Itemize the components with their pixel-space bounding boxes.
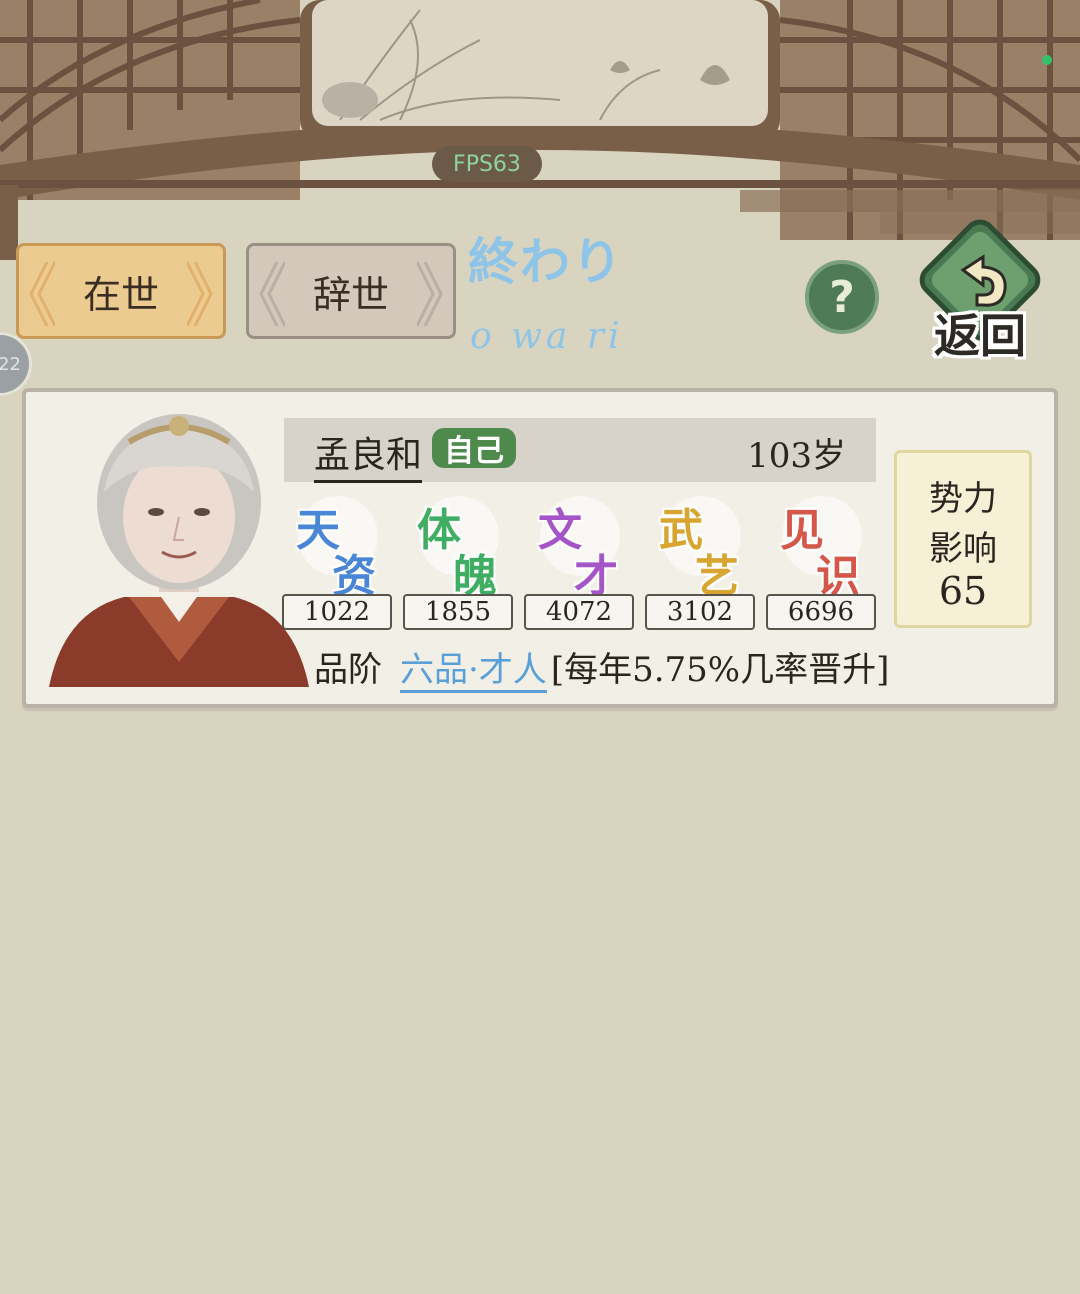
chevron-left-icon bbox=[259, 261, 285, 327]
rank-row: 品阶 六品·才人 [每年5.75%几率晋升] bbox=[314, 642, 890, 693]
stat-physique-value: 1855 bbox=[403, 594, 513, 630]
tab-alive[interactable]: 在世 bbox=[16, 243, 226, 339]
side-tab-label: 22 bbox=[0, 353, 21, 375]
title-romaji: o wa ri bbox=[470, 316, 624, 357]
chevron-right-icon bbox=[187, 261, 213, 327]
chevron-right-icon bbox=[417, 261, 443, 327]
help-button[interactable]: ? bbox=[805, 260, 879, 334]
influence-panel[interactable]: 势力 影响 65 bbox=[894, 450, 1032, 628]
side-tab[interactable]: 22 bbox=[0, 332, 32, 396]
stat-aptitude-value: 1022 bbox=[282, 594, 392, 630]
rank-label: 品阶 bbox=[314, 650, 382, 690]
character-name[interactable]: 孟良和 bbox=[314, 426, 423, 483]
stat-literary-value: 4072 bbox=[524, 594, 634, 630]
stat-insight[interactable]: 见 识 6696 bbox=[766, 492, 878, 632]
back-button-label[interactable]: 返回 bbox=[920, 300, 1040, 366]
influence-label-1: 势力 bbox=[929, 479, 997, 519]
tab-deceased[interactable]: 辞世 bbox=[246, 243, 456, 339]
stat-martial-value: 3102 bbox=[645, 594, 755, 630]
influence-value: 65 bbox=[938, 569, 988, 613]
stat-literary[interactable]: 文 才 4072 bbox=[524, 492, 636, 632]
stat-physique[interactable]: 体 魄 1855 bbox=[403, 492, 515, 632]
title-japanese: 終わり bbox=[468, 232, 624, 291]
self-badge: 自己 bbox=[432, 428, 516, 469]
stat-insight-value: 6696 bbox=[766, 594, 876, 630]
fps-counter: FPS63 bbox=[432, 146, 542, 182]
character-portrait bbox=[49, 414, 309, 687]
influence-label-2: 影响 bbox=[929, 529, 997, 569]
stat-martial[interactable]: 武 艺 3102 bbox=[645, 492, 757, 632]
question-icon: ? bbox=[829, 271, 855, 323]
rank-value[interactable]: 六品·才人 bbox=[400, 650, 547, 693]
tab-alive-label: 在世 bbox=[82, 272, 159, 317]
stat-aptitude[interactable]: 天 资 1022 bbox=[282, 492, 394, 632]
status-dot bbox=[1042, 55, 1052, 65]
character-card[interactable]: 孟良和 自己 103岁 天 资 1022 体 魄 1855 文 才 4072 武… bbox=[22, 388, 1058, 708]
character-age: 103岁 bbox=[747, 436, 846, 476]
name-bar: 孟良和 自己 103岁 bbox=[284, 418, 876, 483]
tab-deceased-label: 辞世 bbox=[312, 272, 389, 317]
rank-promotion-note: [每年5.75%几率晋升] bbox=[550, 650, 890, 690]
chevron-left-icon bbox=[29, 261, 55, 327]
